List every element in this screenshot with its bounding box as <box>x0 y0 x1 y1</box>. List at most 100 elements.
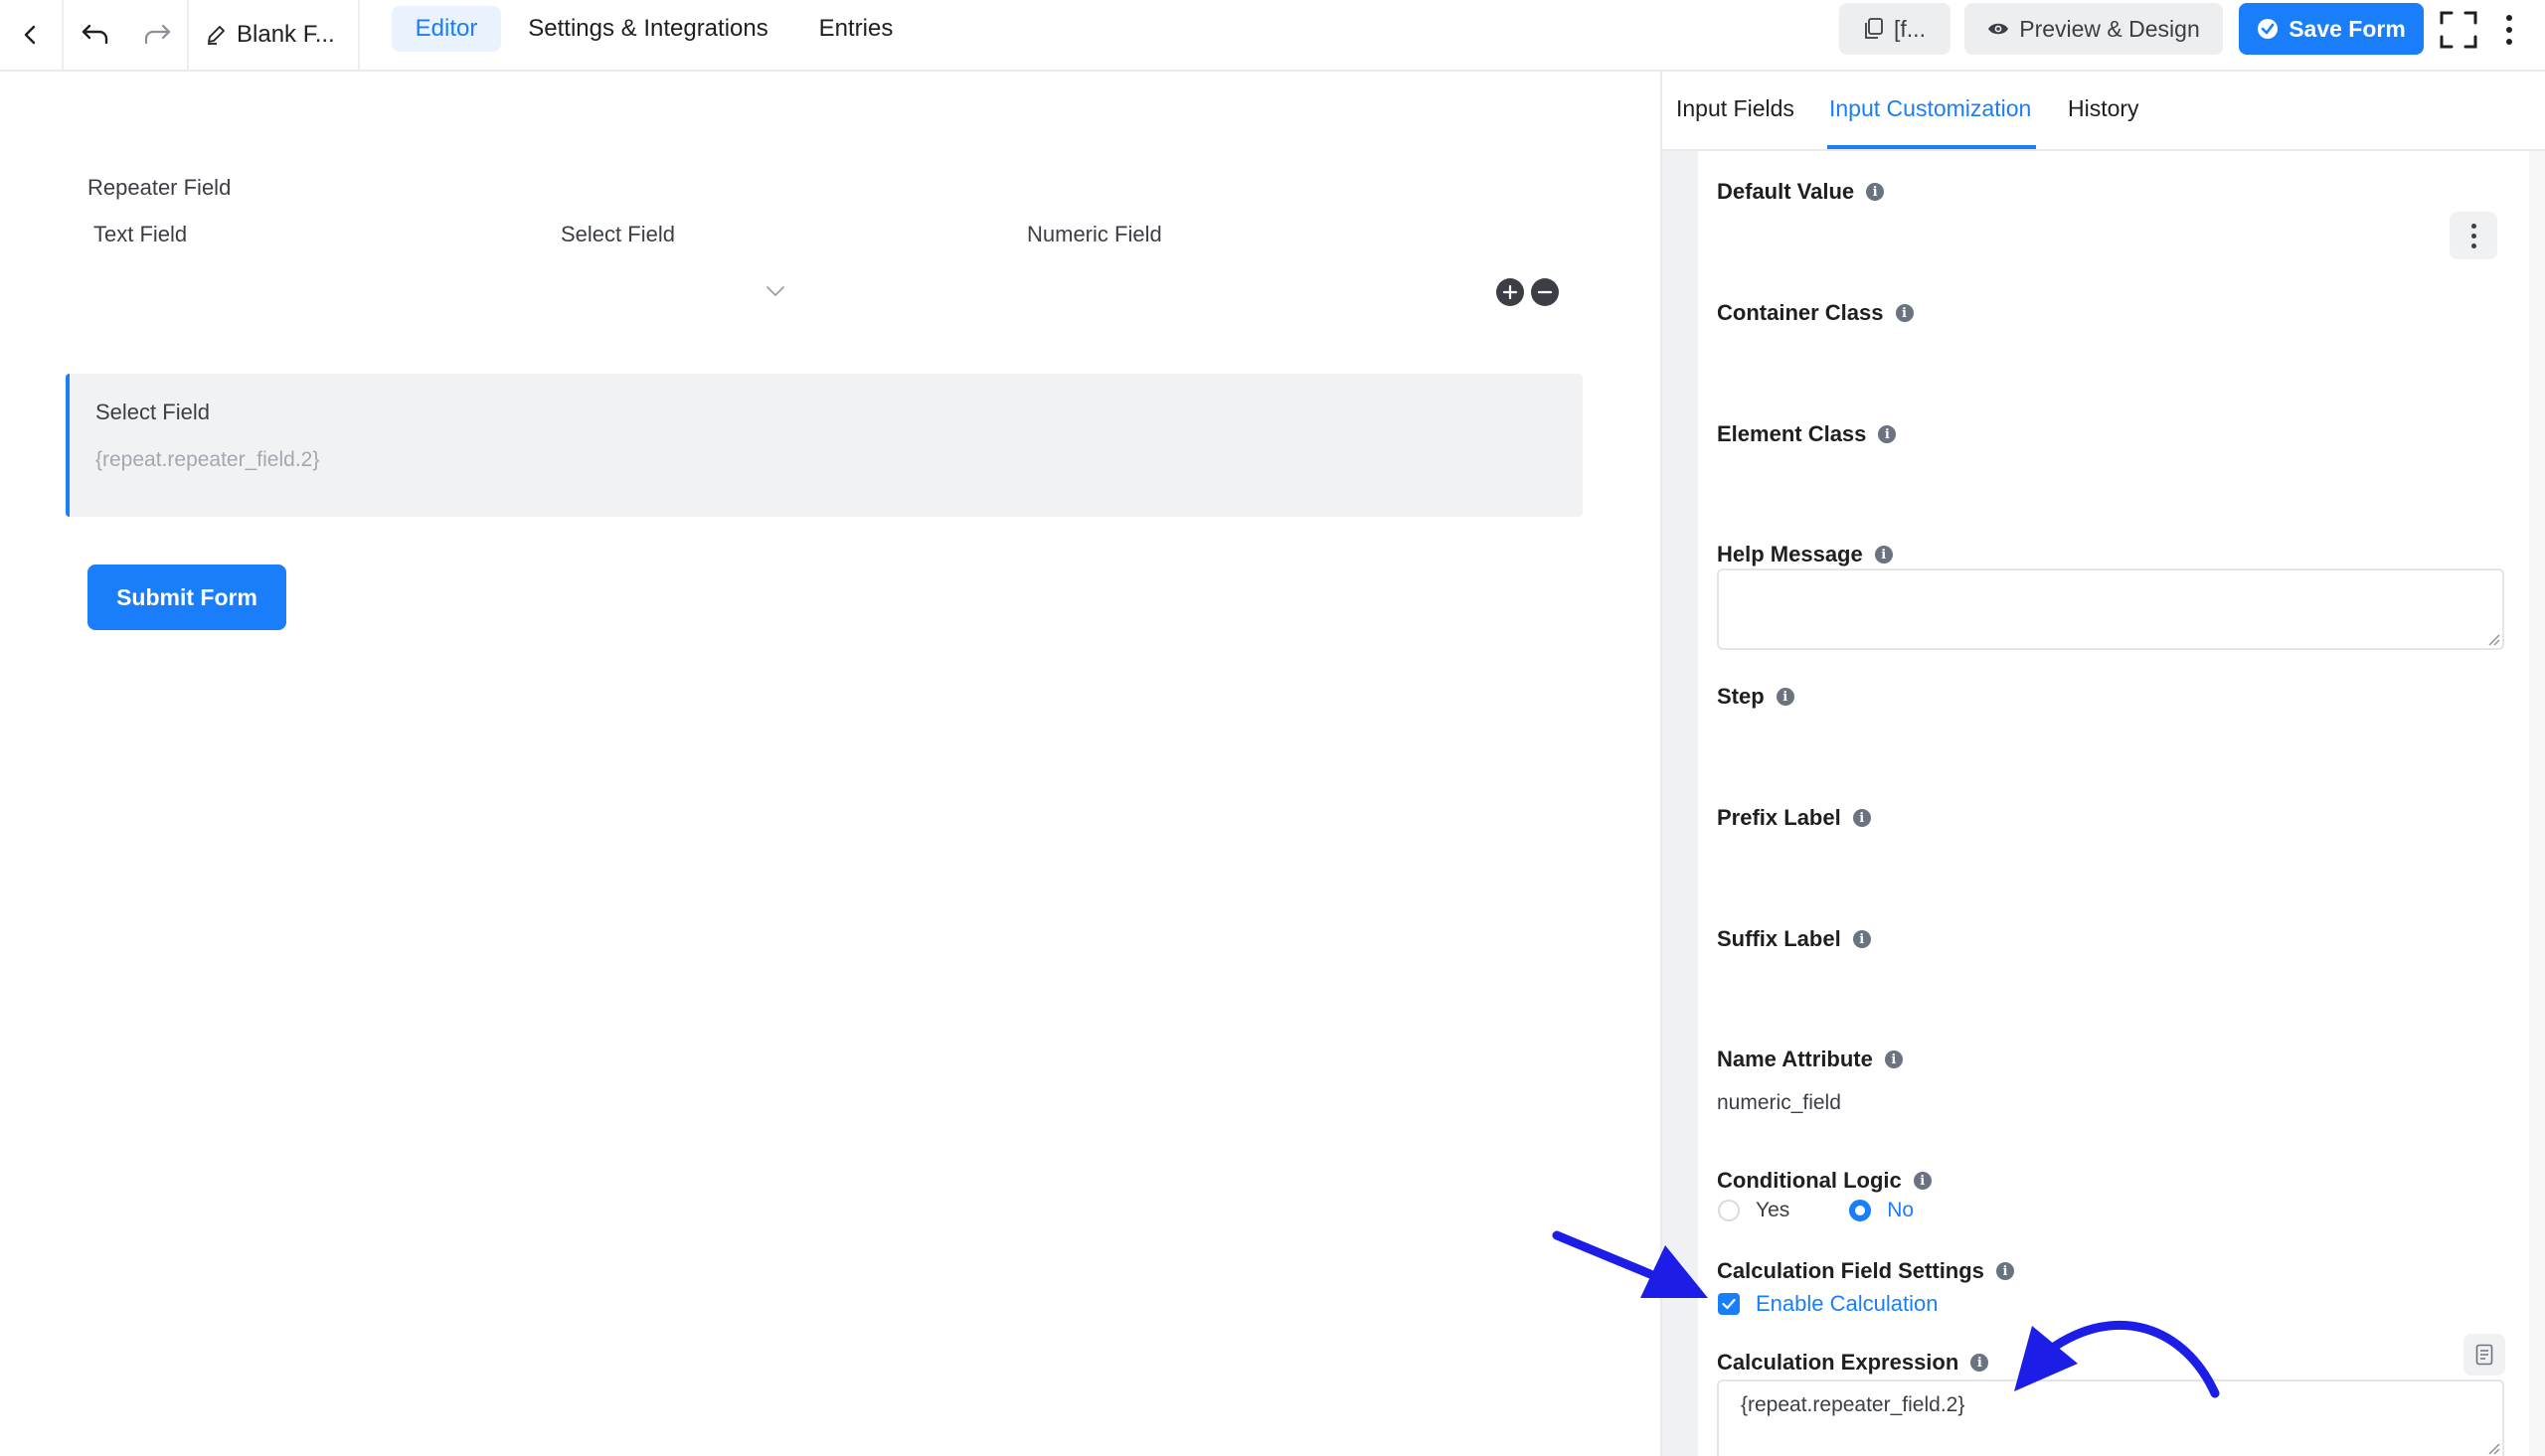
save-form-text: Save Form <box>2289 15 2406 42</box>
enable-calculation-checkbox[interactable] <box>1718 1293 1740 1315</box>
dot-icon <box>2470 243 2476 248</box>
info-icon[interactable]: i <box>1895 304 1914 322</box>
calc-expression-text: Calculation Expression <box>1717 1350 1959 1375</box>
info-icon[interactable]: i <box>1970 1354 1989 1372</box>
undo-button[interactable] <box>64 0 127 70</box>
form-title[interactable]: Blank F... <box>189 0 360 70</box>
conditional-logic-label: Conditional Logic i <box>1717 1168 1932 1194</box>
resize-grip-icon[interactable] <box>2486 632 2500 646</box>
chevron-left-icon <box>24 25 36 45</box>
name-attribute-input[interactable]: numeric_field <box>1717 1091 1841 1115</box>
minus-icon <box>1537 290 1553 294</box>
remove-row-button[interactable] <box>1531 278 1559 306</box>
dot-icon <box>2506 27 2512 33</box>
prefix-label-label: Prefix Label i <box>1717 805 1871 831</box>
help-message-text: Help Message <box>1717 542 1863 566</box>
preview-design-button[interactable]: Preview & Design <box>1964 3 2223 55</box>
save-form-button[interactable]: Save Form <box>2239 3 2424 55</box>
select-dropdown-toggle[interactable] <box>765 284 785 302</box>
smartcode-menu-button[interactable] <box>2450 212 2497 259</box>
default-value-label: Default Value i <box>1717 179 1885 205</box>
copy-icon <box>1865 18 1883 39</box>
tab-entries[interactable]: Entries <box>801 6 911 52</box>
name-attribute-text: Name Attribute <box>1717 1047 1873 1071</box>
calc-settings-text: Calculation Field Settings <box>1717 1258 1984 1283</box>
select-field-label: Select Field <box>95 400 210 424</box>
calc-expression-label: Calculation Expression i <box>1717 1350 1989 1375</box>
back-button[interactable] <box>0 0 64 70</box>
calc-expression-shortcodes-button[interactable] <box>2463 1334 2505 1375</box>
radio-yes[interactable] <box>1718 1200 1740 1221</box>
chevron-down-icon <box>766 286 784 297</box>
tab-editor[interactable]: Editor <box>392 6 501 52</box>
undo-icon <box>82 24 108 45</box>
submit-form-button[interactable]: Submit Form <box>87 565 286 630</box>
document-icon <box>2475 1344 2493 1366</box>
repeater-field-title: Repeater Field <box>87 175 232 200</box>
more-menu-button[interactable] <box>2497 10 2521 50</box>
calc-expression-value: {repeat.repeater_field.2} <box>1741 1393 1965 1416</box>
suffix-label-text: Suffix Label <box>1717 926 1841 951</box>
dot-icon <box>2506 15 2512 21</box>
repeater-column-select: Select Field <box>561 222 675 246</box>
shortcode-button[interactable]: [f... <box>1839 3 1951 55</box>
fullscreen-button[interactable] <box>2439 10 2478 50</box>
info-icon[interactable]: i <box>1995 1262 2014 1280</box>
help-message-textarea[interactable] <box>1717 568 2504 650</box>
annotation-arrows <box>1552 1230 2220 1398</box>
name-attribute-label: Name Attribute i <box>1717 1047 1903 1072</box>
repeater-column-text: Text Field <box>93 222 188 246</box>
default-value-text: Default Value <box>1717 179 1855 204</box>
panel-tabs: Input Fields Input Customization History <box>1662 72 2545 151</box>
calc-settings-label: Calculation Field Settings i <box>1717 1258 2014 1284</box>
add-row-button[interactable] <box>1496 278 1524 306</box>
plus-icon <box>1502 284 1518 300</box>
info-icon[interactable]: i <box>1866 183 1885 201</box>
tab-input-fields[interactable]: Input Fields <box>1676 95 1794 122</box>
tab-input-customization[interactable]: Input Customization <box>1829 95 2031 122</box>
info-icon[interactable]: i <box>1852 930 1871 948</box>
container-class-label: Container Class i <box>1717 300 1914 326</box>
info-icon[interactable]: i <box>1852 809 1871 827</box>
pencil-icon <box>208 26 225 45</box>
info-icon[interactable]: i <box>1913 1172 1932 1190</box>
top-toolbar: Blank F... Editor Settings & Integration… <box>0 0 2545 72</box>
step-text: Step <box>1717 684 1765 709</box>
enable-calculation-row[interactable]: Enable Calculation <box>1718 1290 1938 1318</box>
checkmark-icon <box>1722 1298 1736 1310</box>
panel-gutter <box>1662 151 1698 1456</box>
element-class-label: Element Class i <box>1717 421 1897 447</box>
radio-no-label[interactable]: No <box>1887 1199 1914 1222</box>
resize-grip-icon[interactable] <box>2486 1441 2500 1455</box>
radio-yes-label[interactable]: Yes <box>1756 1199 1789 1222</box>
dot-icon <box>2470 233 2476 239</box>
info-icon[interactable]: i <box>1878 425 1897 443</box>
shortcode-text: [f... <box>1894 15 1926 42</box>
select-field-input[interactable]: {repeat.repeater_field.2} <box>95 437 1547 483</box>
info-icon[interactable]: i <box>1874 546 1893 564</box>
dot-icon <box>2470 223 2476 229</box>
dot-icon <box>2506 39 2512 45</box>
calc-expression-textarea[interactable]: {repeat.repeater_field.2} <box>1717 1379 2504 1456</box>
eye-icon <box>1988 23 2009 35</box>
element-class-text: Element Class <box>1717 421 1867 446</box>
conditional-logic-text: Conditional Logic <box>1717 1168 1902 1193</box>
enable-calculation-label[interactable]: Enable Calculation <box>1756 1291 1938 1317</box>
info-icon[interactable]: i <box>1884 1051 1903 1068</box>
info-icon[interactable]: i <box>1776 688 1794 706</box>
preview-design-text: Preview & Design <box>2019 15 2200 42</box>
redo-icon <box>144 24 171 45</box>
radio-no[interactable] <box>1849 1200 1872 1221</box>
step-label: Step i <box>1717 684 1794 710</box>
fullscreen-icon <box>2440 11 2477 49</box>
select-field-block[interactable]: Select Field {repeat.repeater_field.2} <box>66 374 1583 517</box>
tab-settings-integrations[interactable]: Settings & Integrations <box>511 6 785 52</box>
conditional-logic-radios: Yes No <box>1718 1197 1914 1224</box>
form-title-text: Blank F... <box>237 21 335 48</box>
active-tab-indicator <box>1827 145 2036 149</box>
tab-history[interactable]: History <box>2068 95 2139 122</box>
check-circle-icon <box>2258 19 2279 39</box>
help-message-label: Help Message i <box>1717 542 1893 567</box>
panel-scrollbar[interactable] <box>2529 151 2545 1456</box>
redo-button[interactable] <box>127 0 189 70</box>
